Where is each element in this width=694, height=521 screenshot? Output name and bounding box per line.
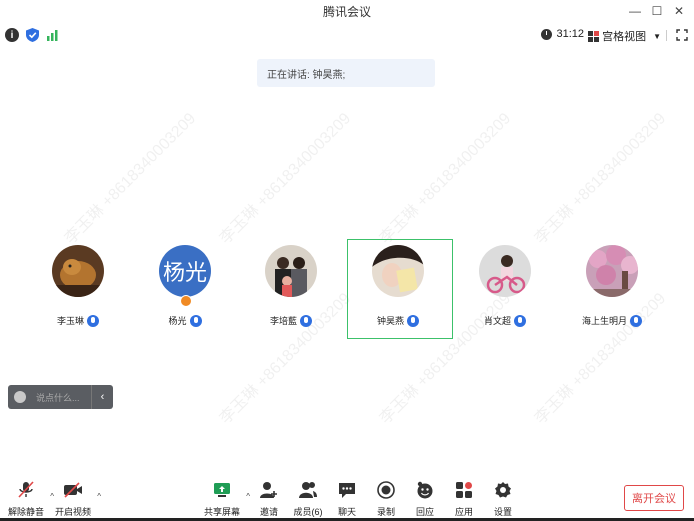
- meeting-window: 腾讯会议 — ☐ ✕ i 31:12 宫格视图 ▼ 正在讲话: 钟昊燕; 李玉琳…: [0, 0, 694, 521]
- apps-button[interactable]: 应用: [444, 480, 484, 518]
- close-button[interactable]: ✕: [668, 1, 690, 21]
- clock-icon: [541, 28, 553, 40]
- window-controls: — ☐ ✕: [624, 1, 690, 21]
- apps-icon: [454, 480, 474, 500]
- participant-tile[interactable]: 李培藍: [241, 245, 341, 327]
- divider: [666, 30, 667, 41]
- shield-icon[interactable]: [25, 28, 39, 42]
- signal-icon[interactable]: [45, 28, 59, 42]
- bottom-toolbar: 解除静音 ^ 开启视频 ^ 共享屏幕 ^ 邀请 成员(6) 聊天 录制 回应 应…: [0, 476, 694, 521]
- view-label: 宫格视图: [602, 31, 647, 43]
- grid-view-icon: [588, 30, 600, 42]
- participant-name: 肖文超: [484, 314, 526, 327]
- members-icon: [298, 480, 318, 500]
- start-video-label: 开启视频: [54, 507, 91, 517]
- microphone-icon: [189, 314, 202, 327]
- chevron-up-icon[interactable]: ^: [97, 492, 101, 501]
- watermark: 李玉琳 +8618340003209: [61, 110, 200, 248]
- watermark: 李玉琳 +8618340003209: [216, 110, 355, 248]
- name-label: 海上生明月: [581, 316, 627, 326]
- participant-name: 钟昊燕: [377, 314, 419, 327]
- timer-text: 31:12: [556, 28, 584, 40]
- invite-icon: [259, 480, 279, 500]
- participant-tile[interactable]: 肖文超: [455, 245, 555, 327]
- participant-name: 李玉琳: [57, 314, 99, 327]
- gear-icon: [493, 480, 513, 500]
- avatar: [265, 245, 317, 297]
- microphone-muted-icon: [16, 480, 36, 500]
- chat-label: 聊天: [337, 507, 356, 517]
- title-bar: 腾讯会议 — ☐ ✕: [0, 0, 694, 22]
- name-label: 李玉琳: [56, 316, 84, 326]
- participant-tile[interactable]: 钟昊燕: [348, 245, 448, 327]
- invite-label: 邀请: [259, 507, 278, 517]
- settings-button[interactable]: 设置: [483, 480, 523, 518]
- settings-label: 设置: [493, 507, 512, 517]
- record-button[interactable]: 录制: [366, 480, 406, 518]
- apps-label: 应用: [454, 507, 473, 517]
- chat-button[interactable]: 聊天: [327, 480, 367, 518]
- minimize-button[interactable]: —: [624, 1, 646, 21]
- collapse-icon[interactable]: ‹: [91, 385, 113, 409]
- watermark: 李玉琳 +8618340003209: [376, 110, 515, 248]
- microphone-icon: [630, 314, 642, 327]
- window-title: 腾讯会议: [322, 4, 371, 19]
- avatar: [52, 245, 104, 297]
- avatar: 杨光: [159, 245, 211, 297]
- leave-meeting-button[interactable]: 离开会议: [624, 485, 684, 511]
- fullscreen-icon[interactable]: [676, 28, 688, 41]
- speaking-indicator: 正在讲话: 钟昊燕;: [257, 59, 435, 87]
- chat-placeholder: 说点什么...: [36, 392, 80, 403]
- microphone-icon: [407, 314, 419, 327]
- speaking-text: 正在讲话: 钟昊燕;: [267, 69, 346, 81]
- start-video-button[interactable]: 开启视频 ^: [53, 480, 101, 518]
- participant-name: 海上生明月: [582, 314, 642, 327]
- status-row: i 31:12 宫格视图 ▼: [0, 24, 694, 46]
- members-label: 成员(6): [293, 507, 323, 517]
- participant-name: 杨光: [168, 314, 202, 327]
- participant-tile[interactable]: 李玉琳: [28, 245, 128, 327]
- reaction-button[interactable]: 回应: [405, 480, 445, 518]
- record-label: 录制: [376, 507, 395, 517]
- reaction-icon: [415, 480, 435, 500]
- share-screen-button[interactable]: 共享屏幕 ^: [202, 480, 250, 518]
- chat-input[interactable]: 说点什么... ‹: [8, 385, 113, 409]
- watermark: 李玉琳 +8618340003209: [531, 110, 670, 248]
- unmute-label: 解除静音: [7, 507, 44, 517]
- record-icon: [376, 480, 396, 500]
- maximize-button[interactable]: ☐: [646, 1, 668, 21]
- participant-tile[interactable]: 海上生明月: [562, 245, 662, 327]
- leave-label: 离开会议: [632, 493, 676, 505]
- host-badge-icon: [180, 295, 192, 307]
- microphone-icon: [514, 314, 526, 327]
- microphone-icon: [300, 314, 312, 327]
- share-screen-icon: [212, 480, 232, 500]
- name-label: 李培藍: [269, 316, 297, 326]
- avatar: [479, 245, 531, 297]
- name-label: 肖文超: [483, 316, 511, 326]
- emoji-icon[interactable]: [14, 391, 26, 403]
- reaction-label: 回应: [415, 507, 434, 517]
- participant-tile[interactable]: 杨光 杨光: [135, 245, 235, 327]
- chat-icon: [337, 480, 357, 500]
- invite-button[interactable]: 邀请: [249, 480, 289, 518]
- chevron-down-icon: ▼: [653, 31, 661, 41]
- avatar-initials: 杨光: [162, 260, 207, 285]
- meeting-timer: 31:12: [541, 28, 584, 40]
- share-screen-label: 共享屏幕: [203, 507, 240, 517]
- name-label: 杨光: [168, 316, 187, 326]
- members-button[interactable]: 成员(6): [288, 480, 328, 518]
- name-label: 钟昊燕: [376, 316, 404, 326]
- view-selector[interactable]: 宫格视图 ▼: [588, 28, 661, 44]
- unmute-button[interactable]: 解除静音 ^: [6, 480, 54, 518]
- camera-off-icon: [63, 480, 83, 500]
- info-icon[interactable]: i: [5, 28, 19, 42]
- avatar: [372, 245, 424, 297]
- avatar: [586, 245, 638, 297]
- participant-name: 李培藍: [270, 314, 312, 327]
- microphone-icon: [87, 314, 99, 327]
